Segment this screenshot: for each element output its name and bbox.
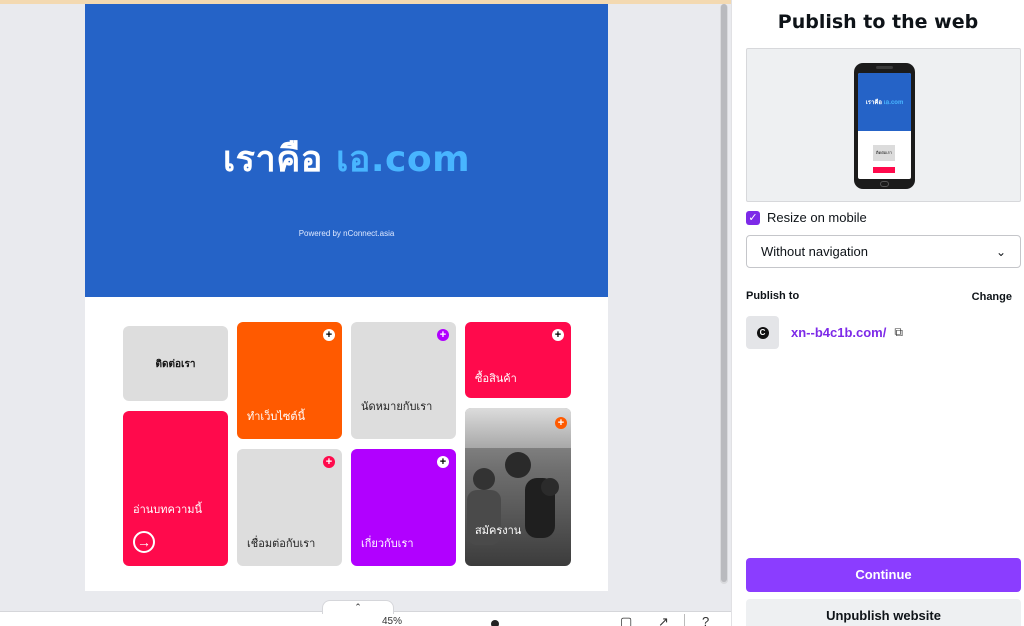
expand-pages-handle[interactable]: ⌃ xyxy=(322,600,394,614)
phone-screen-title-main: เราคือ xyxy=(865,100,884,106)
editor-canvas: เราคือ เอ.com Powered by nConnect.asia ต… xyxy=(0,4,731,626)
chevron-down-icon: ⌄ xyxy=(995,244,1006,259)
hero-title-accent: เอ.com xyxy=(335,139,471,180)
plus-icon[interactable]: + xyxy=(437,329,449,341)
phone-home-button xyxy=(880,181,889,187)
continue-button[interactable]: Continue xyxy=(746,558,1021,592)
tile-about-label: เกี่ยวกับเรา xyxy=(361,537,414,550)
mobile-preview: เราคือ เอ.com ติดต่อเรา xyxy=(746,48,1021,202)
tile-connect-label: เชื่อมต่อกับเรา xyxy=(247,537,316,550)
tile-apply-job[interactable]: + สมัครงาน xyxy=(465,408,571,566)
tile-read-article[interactable]: อ่านบทความนี้ → xyxy=(123,411,228,566)
photo-person xyxy=(505,452,531,478)
plus-icon[interactable]: + xyxy=(552,329,564,341)
chevron-up-icon: ⌃ xyxy=(354,602,362,612)
toolbar-divider xyxy=(684,614,685,626)
phone-screen-tile: ติดต่อเรา xyxy=(873,145,895,161)
publish-panel: Publish to the web เราคือ เอ.com ติดต่อเ… xyxy=(731,0,1024,626)
tile-appointment[interactable]: + นัดหมายกับเรา xyxy=(351,322,456,439)
plus-icon[interactable]: + xyxy=(555,417,567,429)
zoom-slider-knob[interactable] xyxy=(491,620,499,626)
domain-avatar: C xyxy=(746,316,779,349)
pages-icon[interactable]: ▢ xyxy=(620,614,632,626)
vertical-scrollbar[interactable] xyxy=(720,4,728,584)
tile-make-website[interactable]: + ทำเว็บไซต์นี้ xyxy=(237,322,342,439)
hero-title-main: เราคือ xyxy=(222,139,336,180)
resize-on-mobile-row[interactable]: ✓ Resize on mobile xyxy=(746,210,867,225)
domain-row: C xn--b4c1b.com/ ⧉ xyxy=(746,316,903,349)
hero-title: เราคือ เอ.com xyxy=(85,130,608,187)
panel-title: Publish to the web xyxy=(777,11,979,33)
hero-section: เราคือ เอ.com Powered by nConnect.asia xyxy=(85,4,608,297)
tile-buy-products-label: ซื้อสินค้า xyxy=(475,372,517,385)
navigation-select-value: Without navigation xyxy=(761,244,868,259)
tile-contact[interactable]: ติดต่อเรา xyxy=(123,326,228,401)
unpublish-website-button[interactable]: Unpublish website xyxy=(746,599,1021,626)
plus-icon[interactable]: + xyxy=(437,456,449,468)
zoom-level: 45% xyxy=(382,616,403,626)
tile-contact-label: ติดต่อเรา xyxy=(155,359,196,370)
help-icon[interactable]: ? xyxy=(702,614,709,626)
photo-person xyxy=(473,468,495,490)
resize-on-mobile-label: Resize on mobile xyxy=(767,210,867,225)
phone-mockup: เราคือ เอ.com ติดต่อเรา xyxy=(854,63,915,189)
resize-on-mobile-checkbox[interactable]: ✓ xyxy=(746,210,760,225)
plus-icon[interactable]: + xyxy=(323,456,335,468)
phone-screen: เราคือ เอ.com ติดต่อเรา xyxy=(858,73,911,179)
tile-apply-job-label: สมัครงาน xyxy=(475,524,522,537)
scrollbar-thumb[interactable] xyxy=(721,4,727,582)
tile-appointment-label: นัดหมายกับเรา xyxy=(361,400,433,413)
hero-subtitle: Powered by nConnect.asia xyxy=(298,229,395,238)
phone-screen-title-accent: เอ.com xyxy=(883,100,904,106)
photo-background xyxy=(465,408,571,448)
arrow-right-icon[interactable]: → xyxy=(133,531,155,553)
tile-read-article-label: อ่านบทความนี้ xyxy=(133,503,203,516)
fullscreen-icon[interactable]: ↗ xyxy=(658,614,669,626)
plus-icon[interactable]: + xyxy=(323,329,335,341)
domain-link[interactable]: xn--b4c1b.com/ xyxy=(791,325,886,340)
change-domain-button[interactable]: Change xyxy=(972,291,1012,303)
phone-notch xyxy=(876,66,893,69)
tile-buy-products[interactable]: + ซื้อสินค้า xyxy=(465,322,571,398)
navigation-select[interactable]: Without navigation ⌄ xyxy=(746,235,1021,268)
tile-connect[interactable]: + เชื่อมต่อกับเรา xyxy=(237,449,342,566)
tile-about[interactable]: + เกี่ยวกับเรา xyxy=(351,449,456,566)
publish-to-label: Publish to xyxy=(746,290,800,302)
tile-make-website-label: ทำเว็บไซต์นี้ xyxy=(247,410,306,423)
phone-screen-tile-red xyxy=(873,167,895,173)
domain-avatar-letter: C xyxy=(756,326,769,339)
phone-screen-title: เราคือ เอ.com xyxy=(858,97,911,107)
external-link-icon[interactable]: ⧉ xyxy=(894,325,903,340)
design-page[interactable]: เราคือ เอ.com Powered by nConnect.asia ต… xyxy=(85,4,608,591)
photo-person xyxy=(541,478,559,496)
